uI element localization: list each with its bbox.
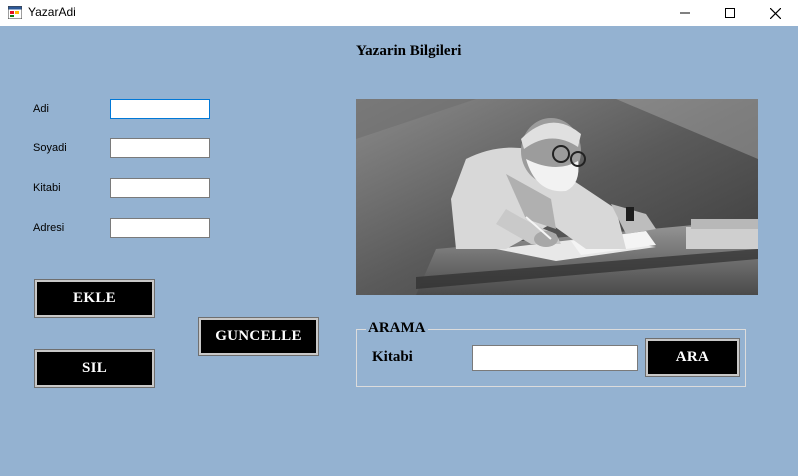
first-name-label: Adi (33, 103, 49, 115)
maximize-icon (725, 8, 735, 18)
add-button[interactable]: EKLE (34, 279, 155, 318)
author-photo-illustration (356, 99, 758, 295)
close-button[interactable] (752, 0, 798, 26)
search-input[interactable] (472, 345, 638, 371)
search-book-label: Kitabi (372, 349, 413, 365)
address-label: Adresi (33, 222, 65, 234)
book-label: Kitabi (33, 182, 61, 194)
update-button[interactable]: GUNCELLE (198, 317, 319, 356)
maximize-button[interactable] (707, 0, 753, 26)
search-groupbox-legend: ARAMA (366, 320, 428, 337)
minimize-button[interactable] (662, 0, 708, 26)
search-button[interactable]: ARA (645, 338, 740, 377)
delete-button[interactable]: SIL (34, 349, 155, 388)
author-photo (356, 99, 758, 295)
book-input[interactable] (110, 178, 210, 198)
address-input[interactable] (110, 218, 210, 238)
title-bar: YazarAdi (0, 0, 798, 26)
last-name-input[interactable] (110, 138, 210, 158)
first-name-input[interactable] (110, 99, 210, 119)
form-title: Yazarin Bilgileri (356, 43, 462, 59)
minimize-icon (680, 12, 690, 14)
last-name-label: Soyadi (33, 142, 67, 154)
app-icon (8, 6, 22, 19)
close-icon (769, 7, 781, 19)
window-title: YazarAdi (28, 5, 76, 19)
